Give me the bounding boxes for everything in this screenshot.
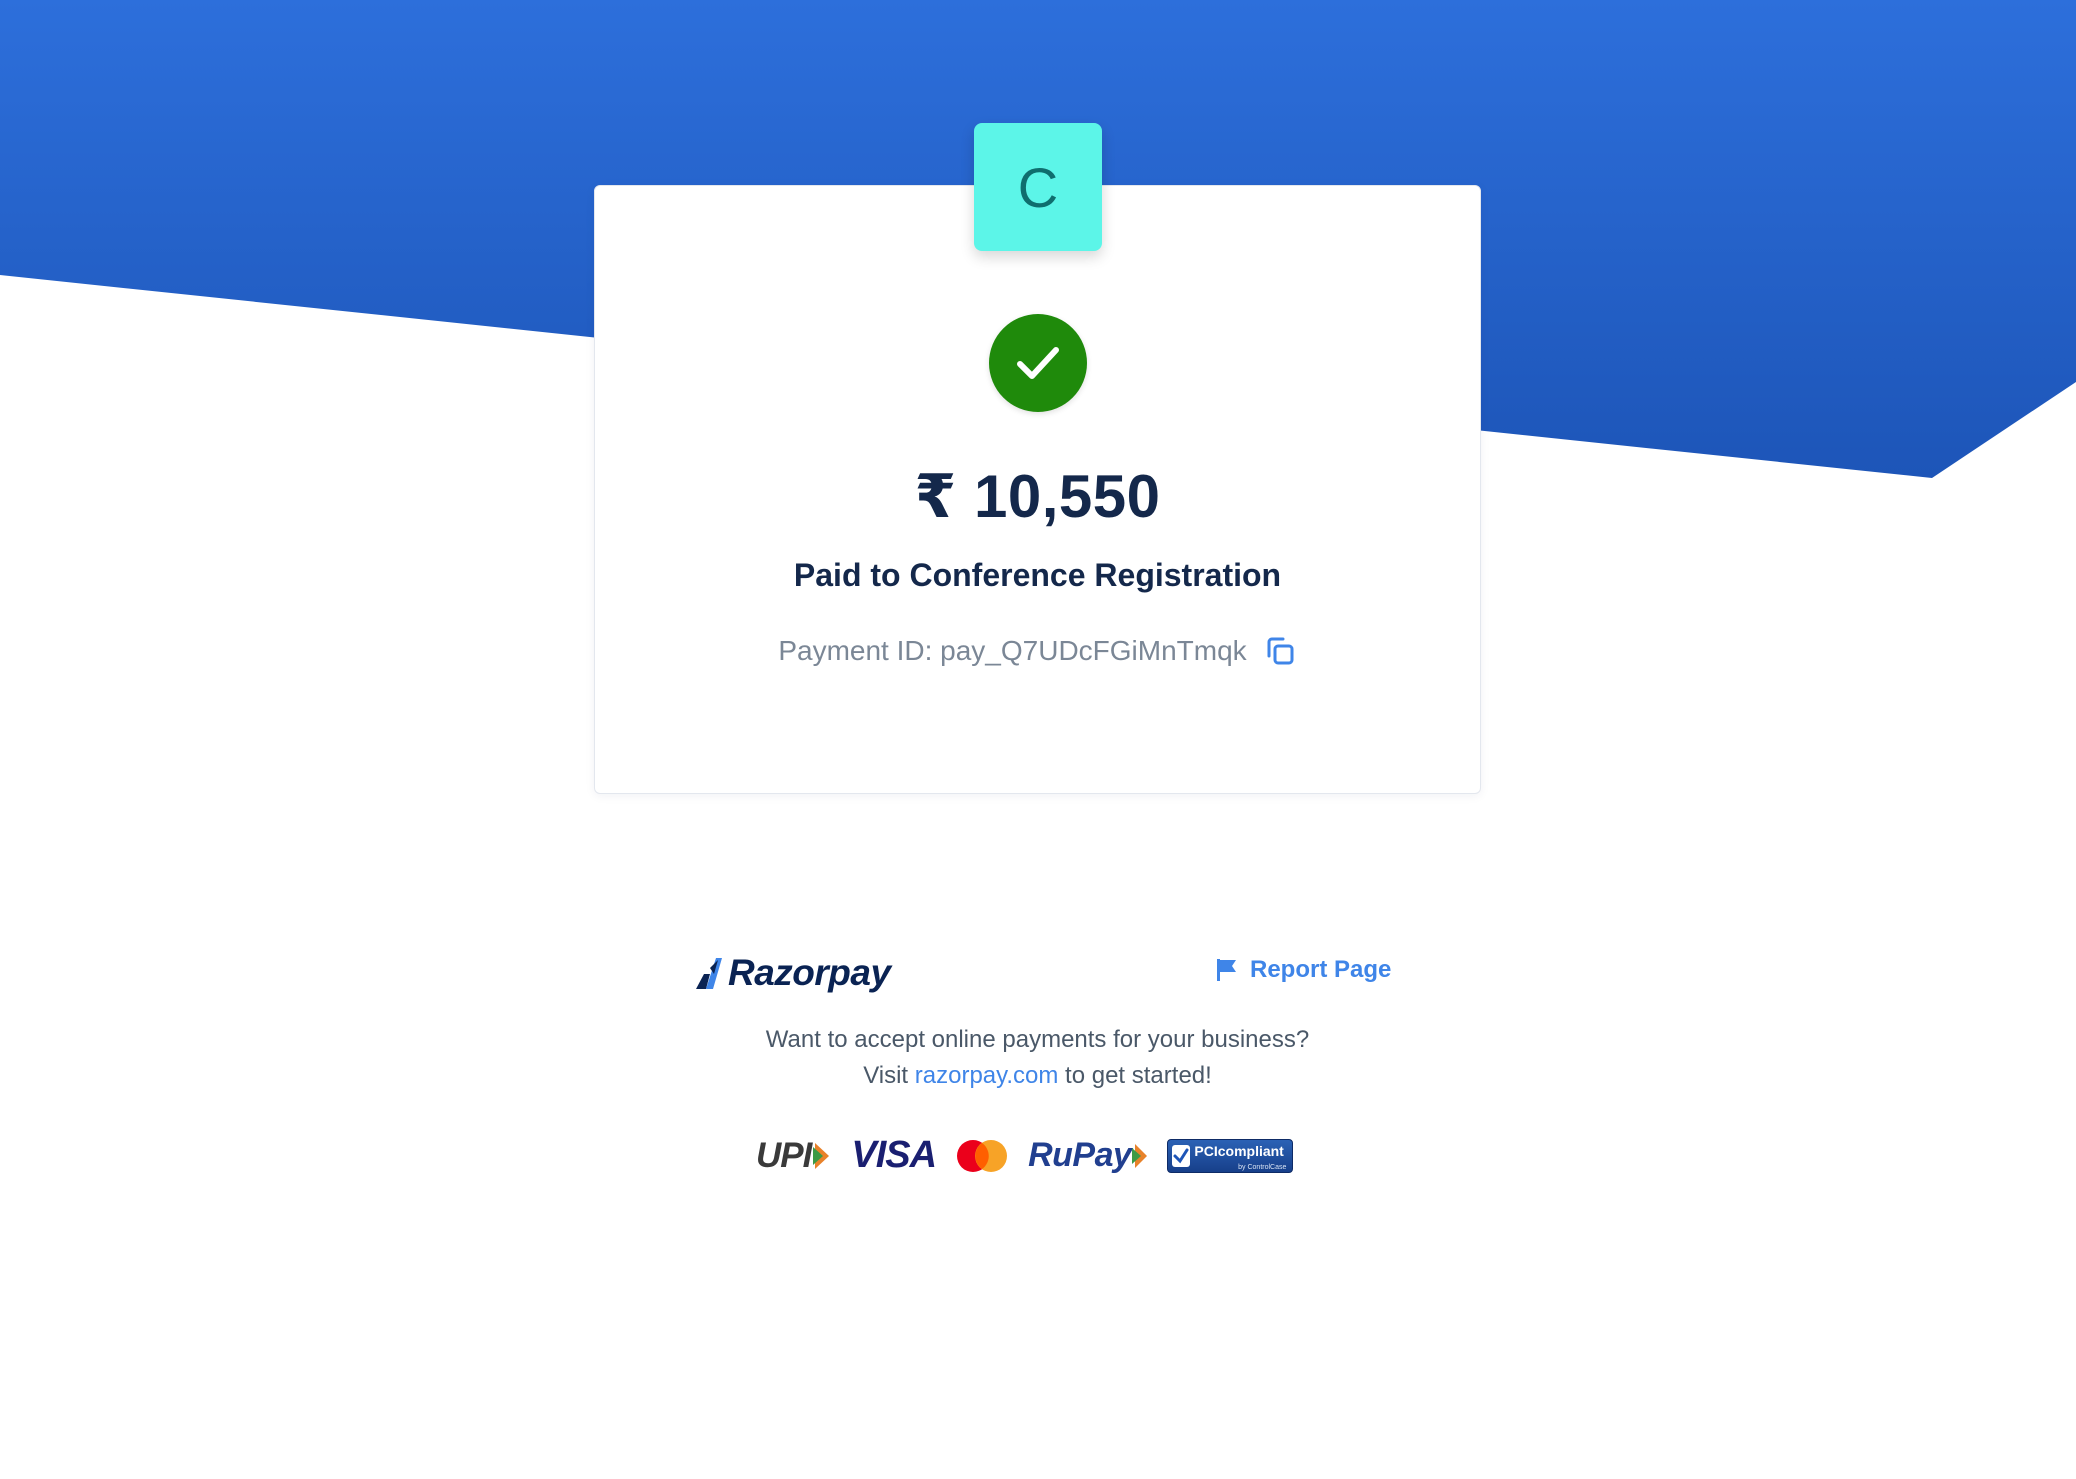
pci-check-icon [1172, 1144, 1191, 1167]
payment-methods-logos: UPI VISA RuPay PCIcompliant by ControlCa… [756, 1134, 1294, 1177]
razorpay-brand-text: Razorpay [728, 952, 891, 993]
razorpay-logo: Razorpay [694, 952, 891, 994]
copy-icon[interactable] [1263, 634, 1297, 668]
visa-logo: VISA [851, 1134, 937, 1176]
report-page-label: Report Page [1250, 956, 1392, 983]
cta-line-2: Visit razorpay.com to get started! [594, 1058, 1481, 1094]
payment-id-row: Payment ID: pay_Q7UDcFGiMnTmqk [594, 634, 1481, 668]
check-circle-icon [989, 314, 1087, 412]
pci-compliant-badge: PCIcompliant by ControlCase [1167, 1138, 1294, 1173]
pci-text: PCIcompliant [1194, 1142, 1284, 1159]
flag-icon [1217, 959, 1236, 981]
cta-line-1: Want to accept online payments for your … [765, 1026, 1310, 1053]
payee-name: Paid to Conference Registration [793, 557, 1282, 593]
upi-text: UPI [756, 1135, 812, 1175]
cta-visit: Visit [863, 1062, 909, 1089]
payment-id-text: Payment ID: pay_Q7UDcFGiMnTmqk [778, 635, 1247, 666]
rupay-arrow-icon [1132, 1143, 1148, 1168]
upi-arrow-icon [813, 1142, 830, 1169]
razorpay-mark-icon [696, 958, 722, 989]
razorpay-cta: Want to accept online payments for your … [594, 1022, 1481, 1094]
rupay-logo: RuPay [1028, 1136, 1149, 1175]
merchant-logo-letter: C [1017, 155, 1059, 219]
razorpay-link[interactable]: razorpay.com [915, 1062, 1059, 1089]
payment-amount: ₹ 10,550 [914, 463, 1161, 530]
cta-suffix: to get started! [1065, 1062, 1212, 1089]
mastercard-logo [957, 1139, 1008, 1172]
report-page-link[interactable]: Report Page [1216, 956, 1391, 984]
upi-logo: UPI [756, 1136, 833, 1176]
merchant-logo: C [974, 123, 1102, 251]
pci-subtext: by ControlCase [1238, 1163, 1287, 1171]
rupay-text: RuPay [1028, 1136, 1132, 1174]
